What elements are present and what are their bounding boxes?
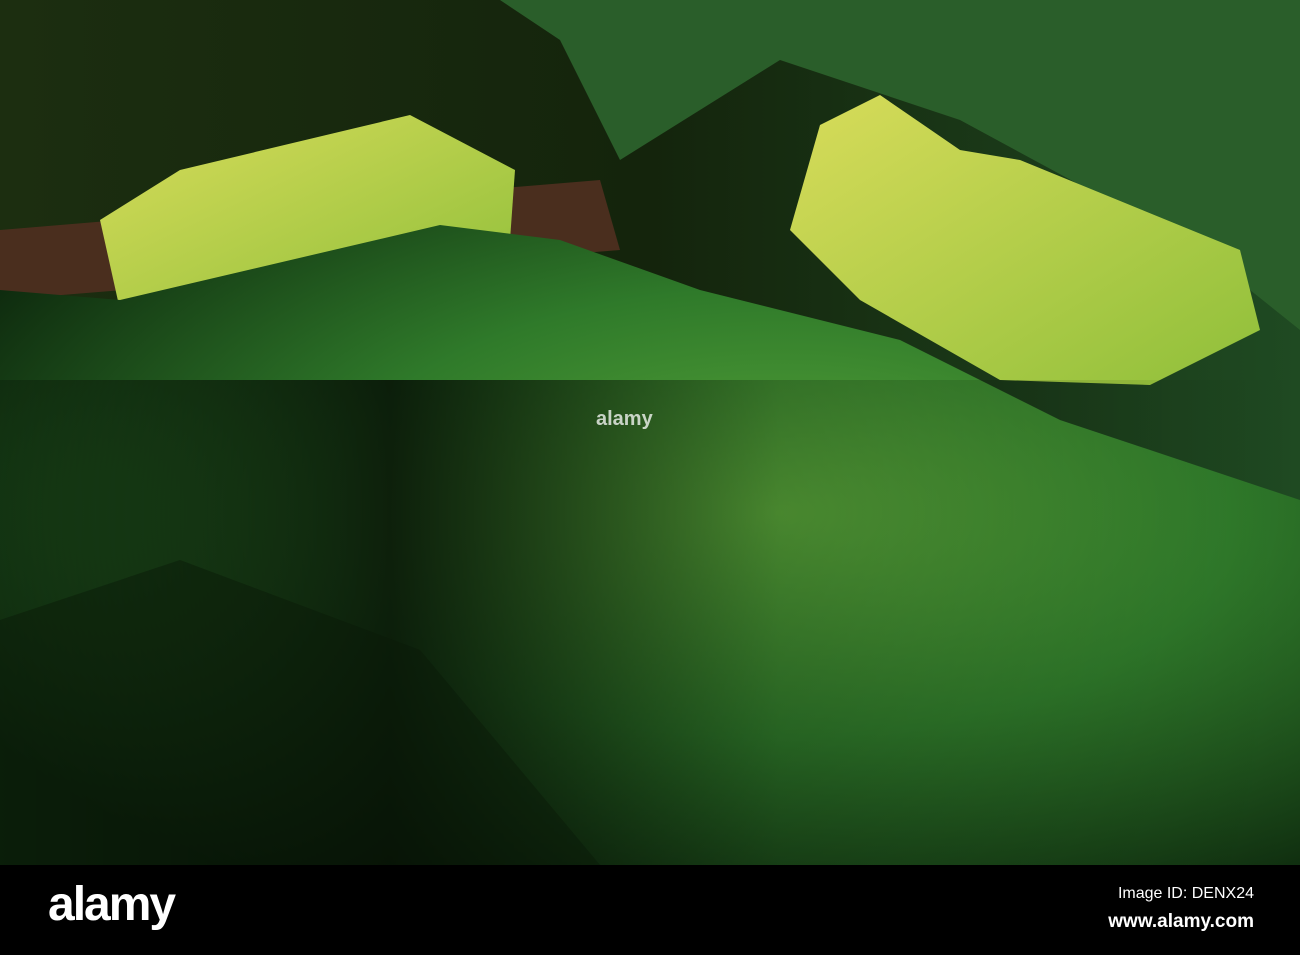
site-url: www.alamy.com: [1108, 911, 1254, 932]
watermark-bar: alamy Image ID: DENX24 www.alamy.com: [0, 865, 1300, 955]
cave-rock-illustration: [0, 0, 1300, 865]
image-id-label: Image ID: DENX24: [1117, 885, 1254, 902]
alamy-logo: alamy: [48, 878, 176, 931]
cave-photo: alamy: [0, 0, 1300, 865]
watermark-overlay: alamy: [596, 408, 653, 430]
